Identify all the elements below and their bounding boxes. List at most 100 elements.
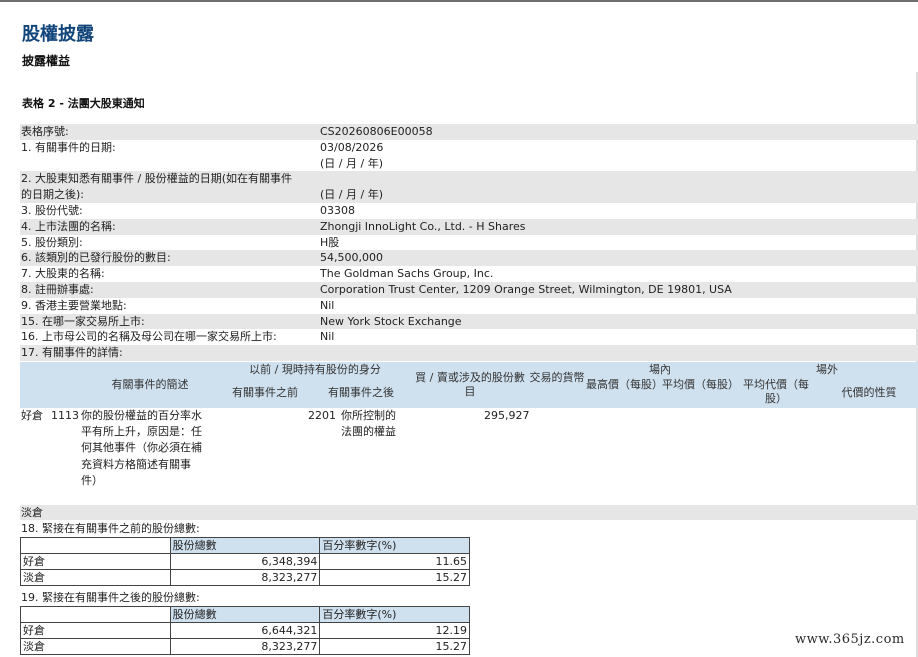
position-type: 好倉 (20, 553, 171, 570)
field-label: 5. 股份類別: (21, 235, 83, 249)
table-row: 好倉 6,348,394 11.65 (20, 553, 470, 570)
percentage: 15.27 (319, 638, 470, 655)
field-label (20, 156, 320, 172)
summary-after-title: 19. 緊接在有關事件之後的股份總數: (21, 591, 200, 604)
page-subtitle: 披露權益 (22, 54, 71, 68)
field-label: 15. 在哪一家交易所上市: (21, 314, 145, 328)
field-row: 16. 上市母公司的名稱及母公司在哪一家交易所上市: Nil (20, 329, 918, 345)
field-value: (日 / 月 / 年) (320, 156, 383, 170)
field-value: CS20260806E00058 (320, 125, 433, 138)
table-header-row: 股份總數 百分率數字(%) (20, 606, 470, 623)
table-header-row: 股份總數 百分率數字(%) (20, 537, 470, 554)
field-value: Nil (320, 298, 335, 312)
col-header-pct: 百分率數字(%) (319, 606, 470, 623)
field-value: 03/08/2026 (320, 140, 384, 154)
field-label: 7. 大股東的名稱: (21, 267, 105, 281)
detail-table-row: 好倉 1113 你的股份權益的百分率水平有所上升，原因是：任何其他事件（你必須在… (20, 408, 918, 505)
header-before: 有關事件之前 (232, 386, 298, 399)
header-currency: 交易的貨幣 (529, 371, 585, 384)
summary-before-table: 股份總數 百分率數字(%) 好倉 6,348,394 11.65 淡倉 8,32… (20, 537, 470, 586)
field-row: 8. 註冊辦事處: Corporation Trust Center, 1209 … (20, 281, 918, 298)
window-top-border (0, 0, 918, 2)
position-type: 淡倉 (20, 569, 171, 586)
capacity-description: 你所控制的法團的權益 (341, 409, 396, 439)
header-on-exchange: 場內 (649, 363, 671, 376)
event-code: 1113 (51, 409, 79, 422)
event-description: 你的股份權益的百分率水平有所上升，原因是：任何其他事件（你必須在補充資料方格簡述… (81, 409, 202, 487)
field-row: 17. 有關事件的詳情: (20, 345, 918, 361)
table-cell (20, 537, 171, 554)
share-count: 8,323,277 (169, 569, 321, 586)
field-row: 15. 在哪一家交易所上市: New York Stock Exchange (20, 313, 918, 330)
field-label: 16. 上市母公司的名稱及母公司在哪一家交易所上市: (21, 330, 277, 344)
field-label: 4. 上市法團的名稱: (21, 219, 116, 233)
watermark: www.365jz.com (795, 632, 905, 647)
header-average-price-on: 平均價（每股） (662, 378, 739, 391)
share-count: 6,348,394 (169, 553, 321, 570)
col-header-shares: 股份總數 (169, 606, 321, 623)
field-row: 6. 該類別的已發行股份的數目: 54,500,000 (20, 250, 918, 267)
field-row: 9. 香港主要營業地點: Nil (20, 298, 918, 314)
field-value: (日 / 月 / 年) (320, 188, 383, 202)
position-type: 好倉 (21, 409, 43, 422)
header-event-code: 有關事件的簡述 (111, 378, 189, 391)
table-row: 好倉 6,644,321 12.19 (20, 622, 470, 639)
field-value (320, 345, 918, 361)
field-row: (日 / 月 / 年) (20, 156, 918, 172)
table-row: 淡倉 8,323,277 15.27 (20, 638, 470, 655)
share-count: 8,323,277 (169, 638, 321, 655)
field-label: 6. 該類別的已發行股份的數目: (21, 251, 171, 265)
header-capacity-group: 以前 / 現時持有股份的身分 (249, 363, 381, 376)
position-type: 好倉 (20, 622, 171, 639)
page-title: 股權披露 (22, 24, 94, 45)
field-label: 表格序號: (21, 125, 69, 138)
field-row: 4. 上市法團的名稱: Zhongji InnoLight Co., Ltd. -… (20, 218, 918, 235)
field-value: Corporation Trust Center, 1209 Orange St… (320, 282, 732, 296)
field-value: 54,500,000 (320, 251, 383, 265)
section-title: 表格 2 - 法團大股東通知 (22, 97, 145, 110)
summary-before-title: 18. 緊接在有關事件之前的股份總數: (21, 522, 200, 535)
shares-involved: 295,927 (484, 409, 530, 422)
table-cell (20, 606, 171, 623)
field-row: 2. 大股東知悉有關事件 / 股份權益的日期(如在有關事件 (20, 171, 918, 188)
header-highest-price: 最高價（每股） (586, 378, 663, 391)
field-label: 8. 註冊辦事處: (21, 282, 94, 296)
field-label: 17. 有關事件的詳情: (21, 346, 123, 360)
short-position-row: 淡倉 (20, 505, 918, 520)
field-value: Zhongji InnoLight Co., Ltd. - H Shares (320, 219, 526, 233)
position-type: 淡倉 (20, 638, 171, 655)
header-average-price-off: 平均代價（每股） (743, 378, 809, 405)
field-value: H股 (320, 235, 340, 249)
field-value (320, 171, 918, 187)
percentage: 15.27 (319, 569, 470, 586)
detail-table-header: 有關事件的簡述 以前 / 現時持有股份的身分 有關事件之前 有關事件之後 買 /… (20, 362, 918, 408)
field-label: 3. 股份代號: (21, 203, 83, 217)
field-value: New York Stock Exchange (320, 314, 462, 328)
field-value: Nil (320, 330, 335, 344)
table-row: 淡倉 8,323,277 15.27 (20, 569, 470, 586)
field-value: 03308 (320, 203, 355, 217)
col-header-shares: 股份總數 (169, 537, 321, 554)
header-off-exchange: 場外 (816, 363, 838, 376)
percentage: 11.65 (319, 553, 470, 570)
col-header-pct: 百分率數字(%) (319, 537, 470, 554)
field-value: The Goldman Sachs Group, Inc. (320, 267, 494, 281)
field-row: 表格序號: CS20260806E00058 (20, 124, 918, 140)
field-label: 1. 有關事件的日期: (21, 140, 116, 154)
field-row: 7. 大股東的名稱: The Goldman Sachs Group, Inc. (20, 266, 918, 282)
form-fields: 表格序號: CS20260806E00058 1. 有關事件的日期: 03/08/2… (20, 124, 918, 361)
share-count: 6,644,321 (169, 622, 321, 639)
header-after: 有關事件之後 (328, 386, 394, 399)
field-label: 2. 大股東知悉有關事件 / 股份權益的日期(如在有關事件 (21, 172, 292, 186)
field-row: 3. 股份代號: 03308 (20, 203, 918, 219)
summary-after-table: 股份總數 百分率數字(%) 好倉 6,644,321 12.19 淡倉 8,32… (20, 606, 470, 655)
field-label: 9. 香港主要營業地點: (21, 298, 127, 312)
field-row: 5. 股份類別: H股 (20, 235, 918, 251)
capacity-code: 2201 (308, 409, 336, 422)
field-row: 1. 有關事件的日期: 03/08/2026 (20, 140, 918, 156)
field-row: 的日期之後): (日 / 月 / 年) (20, 187, 918, 203)
header-shares-involved: 買 / 賣或涉及的股份數目 (415, 371, 525, 398)
percentage: 12.19 (319, 622, 470, 639)
header-consideration: 代價的性質 (841, 386, 897, 399)
field-label: 的日期之後): (21, 188, 84, 202)
